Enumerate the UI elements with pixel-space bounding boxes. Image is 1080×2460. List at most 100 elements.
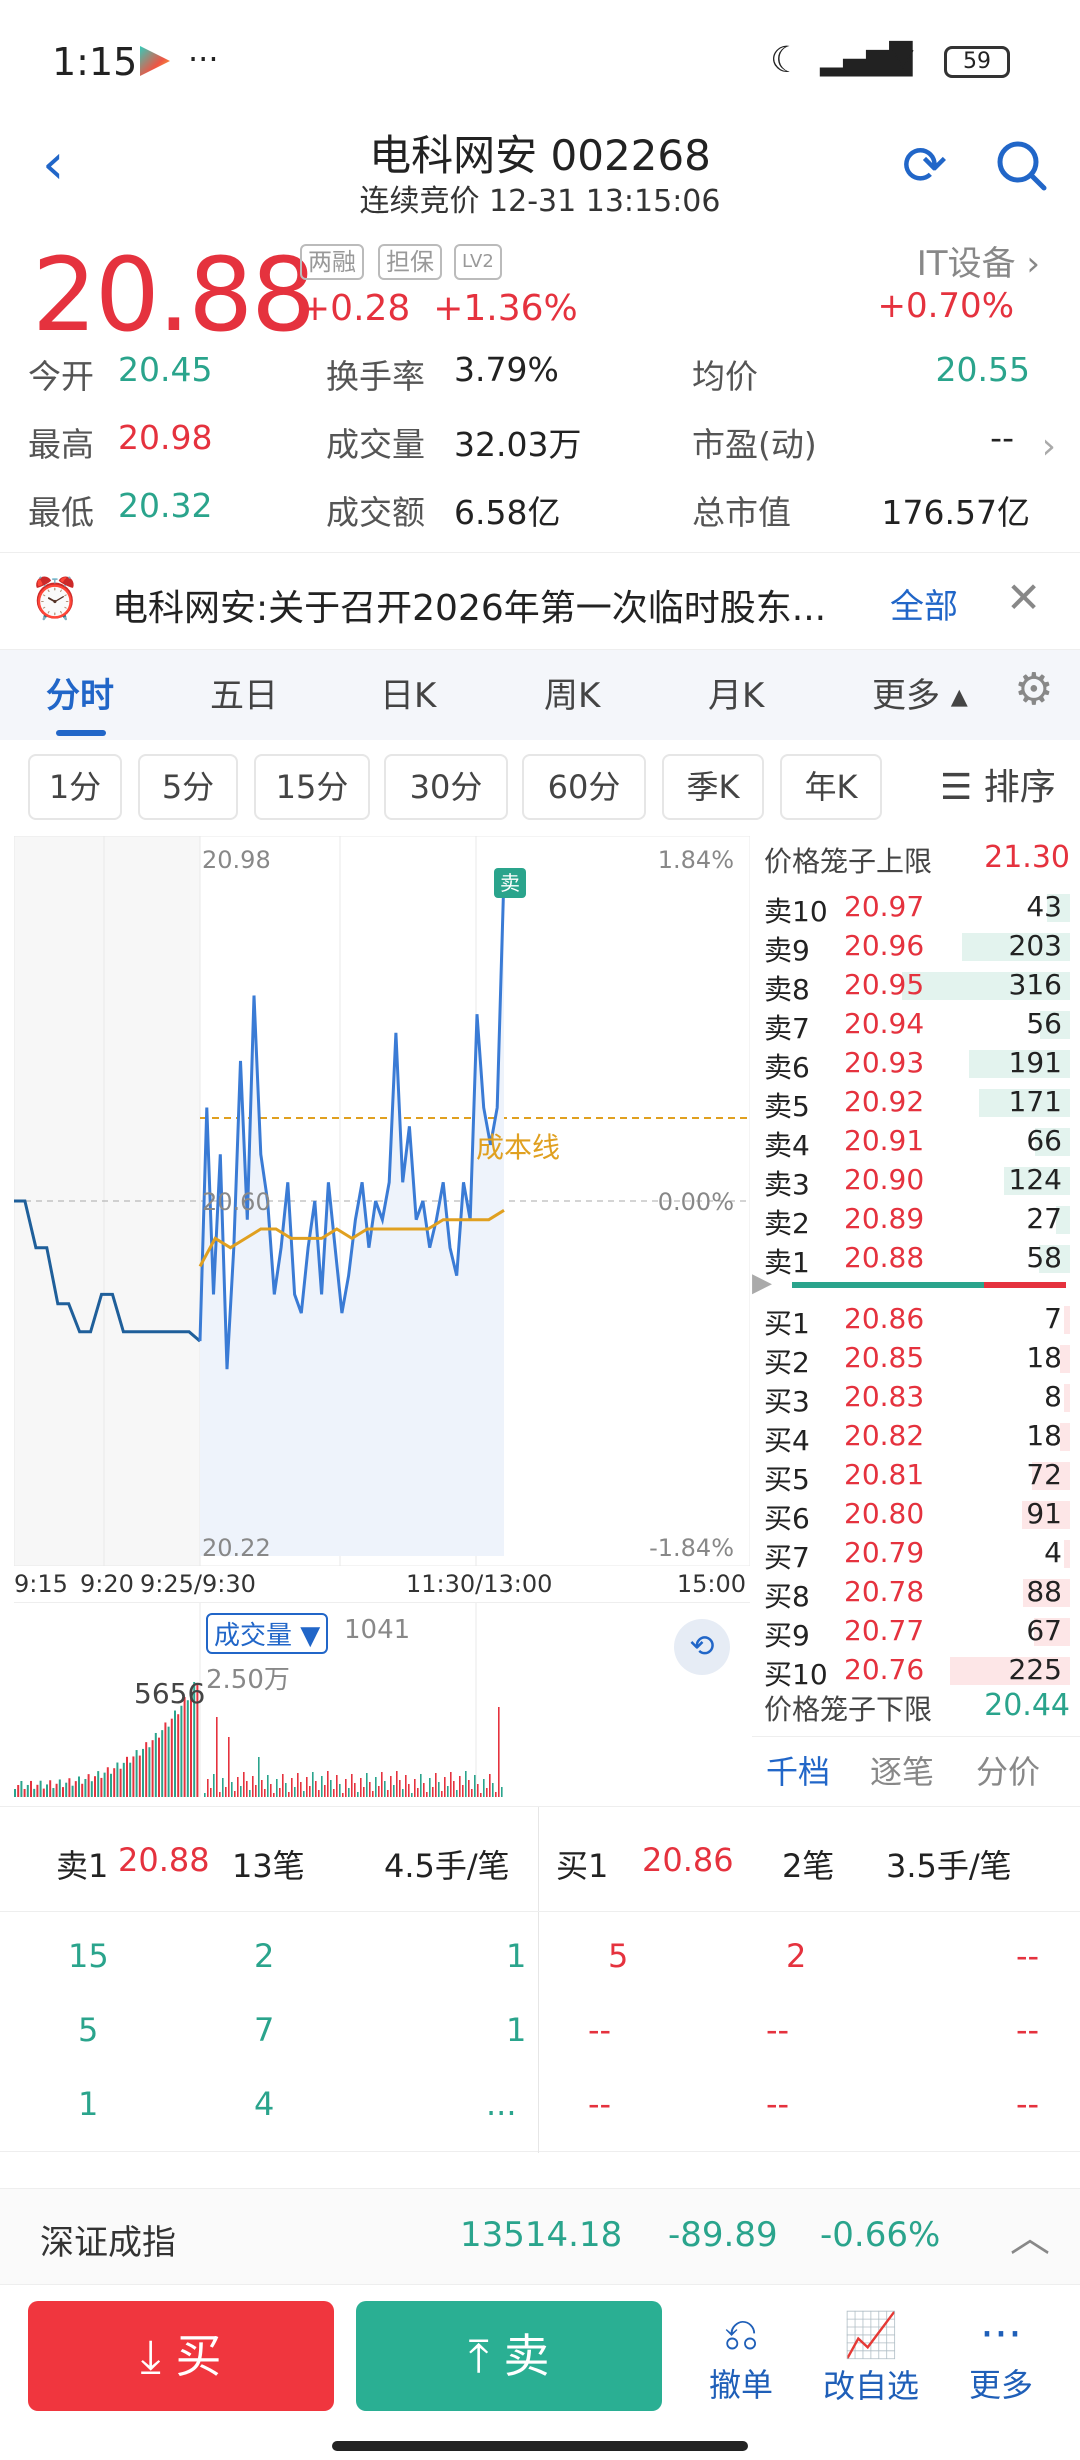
ask-row[interactable]: 卖7 20.94 56 (764, 1005, 1074, 1045)
ask-row[interactable]: 卖6 20.93 191 (764, 1044, 1074, 1084)
volume-chart[interactable]: 成交量 ▼ 1041 2.50万 5656 ⟲ (14, 1602, 750, 1797)
tag-margin: 两融 (300, 244, 364, 280)
tab-monthly[interactable]: 月K (708, 668, 764, 717)
volume-bar (122, 1762, 125, 1797)
tab-price-split[interactable]: 分价 (976, 1747, 1040, 1793)
tab-depth[interactable]: 千档 (766, 1747, 830, 1793)
volume-bar (285, 1783, 287, 1797)
bid-row[interactable]: 买9 20.77 67 (764, 1612, 1074, 1652)
stat-label: 均价 (692, 357, 758, 396)
row-price: 20.91 (844, 1124, 925, 1157)
ask-row[interactable]: 卖8 20.95 316 (764, 966, 1074, 1006)
volume-bar (26, 1784, 29, 1797)
ask-row[interactable]: 卖4 20.91 66 (764, 1122, 1074, 1162)
search-icon[interactable] (994, 138, 1050, 194)
row-price: 20.80 (844, 1497, 925, 1530)
row-price: 20.78 (844, 1575, 925, 1608)
ask-row[interactable]: 卖10 20.97 43 (764, 888, 1074, 928)
volume-bar (81, 1783, 84, 1797)
chevron-up-icon[interactable]: ︿ (1010, 2205, 1050, 2263)
sort-button[interactable]: ☰ 排序 (940, 758, 1056, 810)
more-button[interactable]: ··· 更多 (946, 2309, 1056, 2406)
ask-row[interactable]: 卖1 20.88 58 (764, 1239, 1074, 1279)
bid-row[interactable]: 买3 20.83 8 (764, 1378, 1074, 1418)
tick-cell: 5 (608, 1937, 629, 1975)
tick-cell: 1 (506, 1937, 527, 1975)
volume-bar (396, 1771, 398, 1797)
period-30min[interactable]: 30分 (384, 754, 508, 820)
volume-bar (103, 1772, 106, 1797)
row-volume: 72 (1026, 1458, 1062, 1491)
row-volume: 56 (1026, 1007, 1062, 1040)
intraday-chart[interactable]: 20.98 1.84% 20.60 0.00% 20.22 -1.84% 成本线… (14, 836, 750, 1566)
period-quarter[interactable]: 季K (662, 754, 764, 820)
volume-bar (267, 1775, 269, 1797)
notice-all-link[interactable]: 全部 (890, 579, 958, 628)
period-60min[interactable]: 60分 (522, 754, 646, 820)
tab-5day[interactable]: 五日 (210, 668, 278, 717)
cancel-order-button[interactable]: ⎌ 撤单 (686, 2309, 796, 2406)
bid-row[interactable]: 买8 20.78 88 (764, 1573, 1074, 1613)
time-label: 15:00 (676, 1570, 746, 1598)
ask-row[interactable]: 卖2 20.89 27 (764, 1200, 1074, 1240)
row-price: 20.94 (844, 1007, 925, 1040)
notice-bar[interactable]: ⏰ 电科网安:关于召开2026年第一次临时股东... 全部 ✕ (0, 552, 1080, 650)
watchlist-button[interactable]: 📈 改自选 (816, 2309, 926, 2407)
volume-bar (372, 1791, 374, 1797)
volume-bar (351, 1774, 353, 1797)
bid-row[interactable]: 买2 20.85 18 (764, 1339, 1074, 1379)
tick-buy-label: 买1 (556, 1847, 609, 1885)
close-icon[interactable]: ✕ (1006, 573, 1041, 622)
stat-high: 20.98 (118, 418, 213, 457)
volume-bar (276, 1779, 278, 1797)
row-volume: 225 (1008, 1653, 1062, 1686)
gear-icon[interactable]: ⚙ (1014, 664, 1053, 715)
volume-bar (420, 1774, 422, 1797)
row-label: 买6 (764, 1502, 810, 1535)
row-price: 20.92 (844, 1085, 925, 1118)
bid-row[interactable]: 买4 20.82 18 (764, 1417, 1074, 1457)
ask-row[interactable]: 卖3 20.90 124 (764, 1161, 1074, 1201)
bid-row[interactable]: 买6 20.80 91 (764, 1495, 1074, 1535)
bid-row[interactable]: 买1 20.86 7 (764, 1300, 1074, 1340)
period-year[interactable]: 年K (780, 754, 882, 820)
period-5min[interactable]: 5分 (138, 754, 238, 820)
volume-bar (68, 1778, 71, 1797)
buy-button[interactable]: ⤓ 买 (28, 2301, 334, 2411)
volume-bar (450, 1772, 452, 1797)
volume-bar (84, 1778, 87, 1797)
volume-bar (231, 1782, 233, 1797)
period-15min[interactable]: 15分 (254, 754, 370, 820)
tab-tick[interactable]: 逐笔 (870, 1747, 934, 1793)
rotate-icon[interactable]: ⟲ (674, 1619, 730, 1675)
volume-bar (270, 1784, 272, 1797)
ask-row[interactable]: 卖5 20.92 171 (764, 1083, 1074, 1123)
bid-row[interactable]: 买10 20.76 225 (764, 1651, 1074, 1691)
stat-label: 最低 (28, 493, 94, 532)
tab-intraday[interactable]: 分时 (46, 668, 114, 717)
chevron-right-icon[interactable]: › (1042, 426, 1056, 467)
sector-link[interactable]: IT设备 › (917, 236, 1040, 285)
volume-selector[interactable]: 成交量 ▼ (206, 1613, 329, 1654)
tab-daily[interactable]: 日K (380, 668, 436, 717)
pct-top-label: 1.84% (657, 846, 734, 874)
row-label: 卖4 (764, 1129, 810, 1162)
period-1min[interactable]: 1分 (28, 754, 122, 820)
notice-text[interactable]: 电科网安:关于召开2026年第一次临时股东... (112, 579, 882, 631)
bid-row[interactable]: 买7 20.79 4 (764, 1534, 1074, 1574)
tab-more[interactable]: 更多 ▴ (872, 668, 968, 717)
sell-button[interactable]: ⤒ 卖 (356, 2301, 662, 2411)
volume-bar (106, 1767, 109, 1797)
refresh-icon[interactable]: ⟳ (902, 134, 947, 197)
chevron-right-icon: › (1026, 244, 1040, 284)
volume-bar (240, 1786, 242, 1797)
row-label: 卖9 (764, 934, 810, 967)
time-label: 9:25/9:30 (140, 1570, 256, 1598)
row-price: 20.76 (844, 1653, 925, 1686)
volume-bar (183, 1697, 186, 1797)
cost-line-label: 成本线 (476, 1131, 561, 1164)
ask-row[interactable]: 卖9 20.96 203 (764, 927, 1074, 967)
bid-row[interactable]: 买5 20.81 72 (764, 1456, 1074, 1496)
index-bar[interactable]: 深证成指 13514.18 -89.89 -0.66% ︿ (0, 2188, 1080, 2284)
tab-weekly[interactable]: 周K (544, 668, 600, 717)
